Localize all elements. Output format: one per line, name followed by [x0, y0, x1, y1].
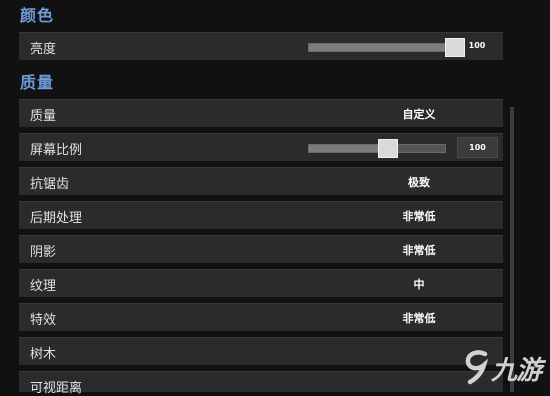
quality-preset-label: 质量 [30, 109, 57, 124]
textures-label: 纹理 [30, 279, 57, 294]
9-logo-icon [465, 350, 489, 385]
section-title-quality: 质量 [20, 73, 55, 92]
foliage-row[interactable]: 树木 [19, 337, 503, 365]
screen-ratio-slider[interactable] [308, 139, 446, 158]
effects-label: 特效 [30, 313, 57, 328]
anti-aliasing-label: 抗锯齿 [30, 177, 70, 192]
screen-ratio-input[interactable]: 100 [457, 137, 498, 158]
brightness-slider[interactable] [308, 38, 465, 57]
effects-row[interactable]: 特效 非常低 [19, 303, 503, 331]
screen-ratio-slider-fill [309, 145, 388, 152]
shadows-label: 阴影 [30, 245, 57, 260]
brightness-label: 亮度 [30, 42, 57, 57]
watermark: 九游 [463, 348, 547, 388]
post-processing-label: 后期处理 [30, 211, 83, 226]
screen-ratio-row: 屏幕比例 100 [19, 133, 503, 161]
anti-aliasing-row[interactable]: 抗锯齿 极致 [19, 167, 503, 195]
post-processing-value[interactable]: 非常低 [339, 208, 499, 224]
shadows-row[interactable]: 阴影 非常低 [19, 235, 503, 263]
textures-row[interactable]: 纹理 中 [19, 269, 503, 297]
screen-ratio-label: 屏幕比例 [30, 143, 83, 158]
brightness-row: 亮度 100 [19, 32, 503, 60]
anti-aliasing-value[interactable]: 极致 [339, 174, 499, 190]
view-distance-label: 可视距离 [30, 381, 83, 396]
screen-ratio-slider-thumb[interactable] [377, 139, 398, 158]
view-distance-row[interactable]: 可视距离 [19, 371, 503, 396]
effects-value[interactable]: 非常低 [339, 310, 499, 326]
quality-preset-value[interactable]: 自定义 [339, 106, 499, 122]
post-processing-row[interactable]: 后期处理 非常低 [19, 201, 503, 229]
quality-preset-row[interactable]: 质量 自定义 [19, 99, 503, 127]
textures-value[interactable]: 中 [339, 276, 499, 292]
foliage-label: 树木 [30, 347, 57, 362]
section-title-color: 颜色 [20, 6, 55, 25]
shadows-value[interactable]: 非常低 [339, 242, 499, 258]
brightness-slider-fill [309, 44, 455, 51]
brightness-value: 100 [468, 41, 486, 50]
watermark-text: 九游 [491, 356, 542, 386]
